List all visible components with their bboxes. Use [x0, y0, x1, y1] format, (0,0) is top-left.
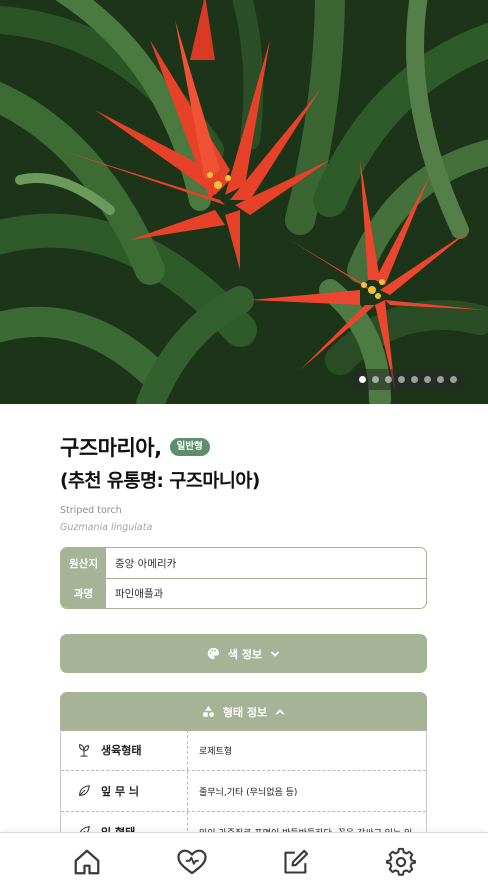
carousel-dot[interactable]	[385, 376, 392, 383]
plant-name: 구즈마리아,	[60, 436, 162, 460]
carousel-dot[interactable]	[424, 376, 431, 383]
form-info-label: 형태 정보	[222, 705, 268, 719]
nav-edit[interactable]	[276, 842, 316, 882]
carousel-dot[interactable]	[437, 376, 444, 383]
nav-settings[interactable]	[381, 842, 421, 882]
edit-icon	[284, 849, 309, 874]
carousel-dot[interactable]	[450, 376, 457, 383]
carousel-indicator[interactable]	[350, 369, 466, 390]
form-value: 줄무늬,기타 (무늬없음 등)	[199, 787, 298, 798]
color-info-toggle[interactable]: 색 정보	[60, 634, 427, 673]
info-row-family: 과명 파인애플과	[61, 578, 426, 608]
plant-english-name: Striped torch	[60, 505, 122, 516]
form-key-label: 잎 무 늬	[101, 785, 140, 798]
nav-home[interactable]	[67, 842, 107, 882]
form-key: 잎 무 늬	[61, 771, 188, 811]
plant-detail-screen: 구즈마리아, 일반형 (추천 유통명: 구즈마니아) Striped torch…	[0, 0, 488, 890]
form-key-label: 생육형태	[101, 744, 142, 757]
plant-name-row: 구즈마리아, 일반형	[60, 432, 440, 462]
form-info-toggle[interactable]: 형태 정보	[60, 692, 427, 731]
leaf-icon	[79, 785, 90, 796]
color-info-label: 색 정보	[227, 647, 263, 661]
shapes-icon	[203, 705, 214, 717]
info-value: 파인애플과	[115, 588, 164, 600]
palette-icon	[207, 647, 220, 660]
heart-icon	[177, 849, 207, 874]
basic-info-table: 원산지 중앙 아메리카 과명 파인애플과	[60, 547, 427, 609]
plant-photo-carousel[interactable]	[0, 0, 488, 404]
carousel-dot[interactable]	[398, 376, 405, 383]
info-value: 중앙 아메리카	[115, 557, 177, 570]
info-key: 과명	[61, 579, 106, 608]
chevron-up-icon	[276, 709, 285, 714]
carousel-dot[interactable]	[372, 376, 379, 383]
gear-icon	[385, 847, 416, 876]
carousel-dot[interactable]	[359, 376, 366, 383]
form-row-leaf-pattern: 잎 무 늬 줄무늬,기타 (무늬없음 등)	[61, 771, 426, 812]
carousel-dot[interactable]	[411, 376, 418, 383]
nav-favorites[interactable]	[172, 842, 212, 882]
chevron-down-icon	[271, 651, 279, 656]
form-key: 생육형태	[61, 730, 188, 770]
bottom-nav	[0, 832, 488, 890]
form-row-growth: 생육형태 로제트형	[61, 730, 426, 771]
plant-photo	[0, 0, 488, 404]
home-icon	[74, 849, 100, 874]
form-value: 로제트형	[199, 746, 233, 757]
plant-title-block: 구즈마리아, 일반형 (추천 유통명: 구즈마니아) Striped torch…	[60, 432, 440, 533]
plant-icon	[79, 744, 89, 757]
plant-type-badge: 일반형	[169, 438, 210, 456]
plant-scientific-name: Guzmania lingulata	[60, 522, 153, 533]
info-key: 원산지	[61, 548, 106, 578]
plant-alias: (추천 유통명: 구즈마니아)	[60, 471, 260, 492]
info-row-origin: 원산지 중앙 아메리카	[61, 548, 426, 578]
